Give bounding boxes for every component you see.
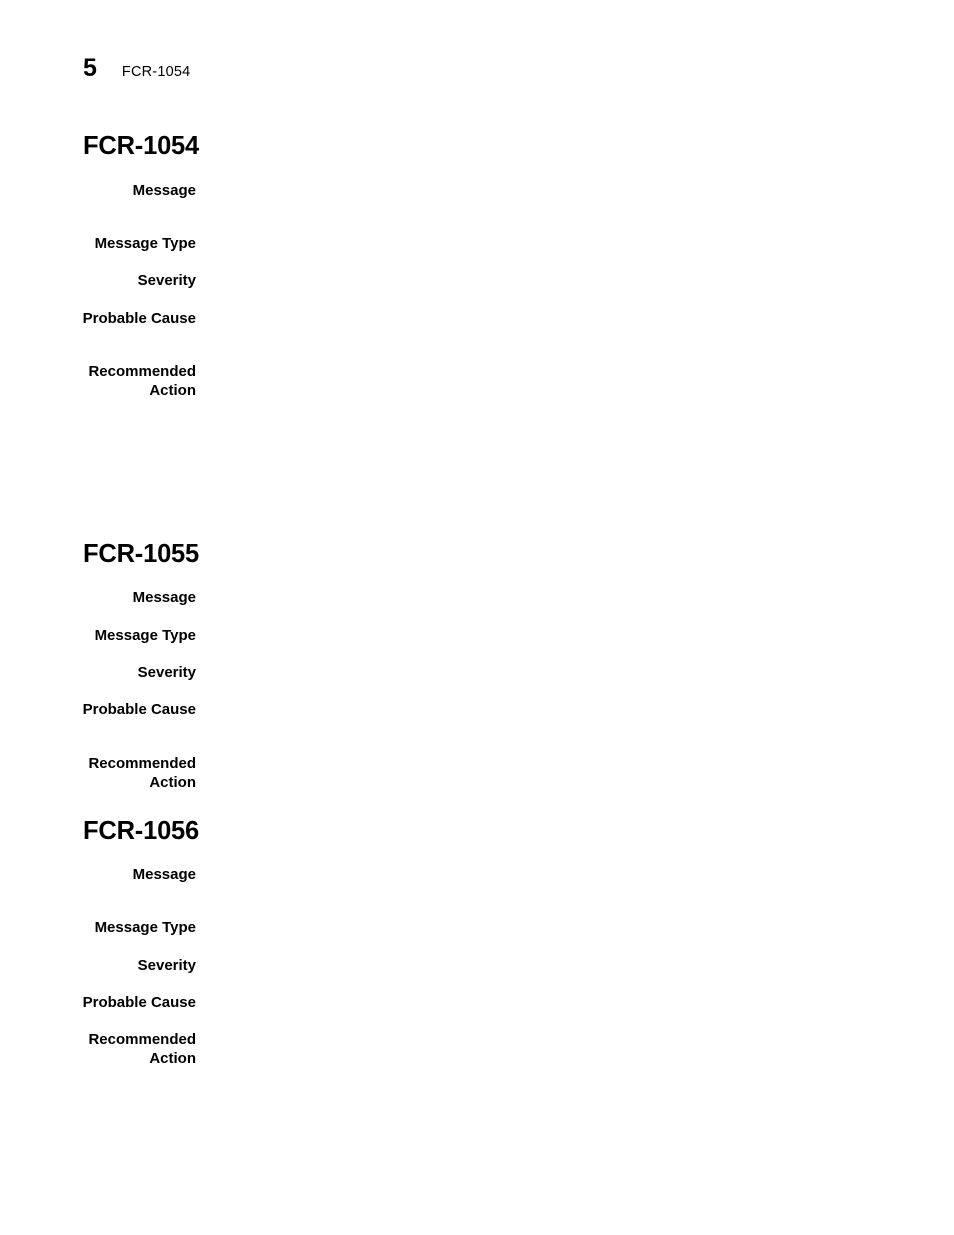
field-label-probable-cause: Probable Cause (82, 994, 196, 1011)
field-label-severity: Severity (137, 272, 196, 289)
field-value-message-type (213, 234, 913, 235)
field-label-message-type: Message Type (94, 235, 196, 252)
field-label-severity: Severity (137, 957, 196, 974)
document-page: 5 FCR-1054 FCR-1054 Message Message Type… (0, 0, 954, 1235)
section-heading: FCR-1056 (83, 817, 200, 845)
field-label-recommended-action: Recommended Action (88, 755, 196, 791)
field-label-recommended-action: Recommended Action (88, 363, 196, 399)
field-label-recommended-action: Recommended Action (88, 1031, 196, 1067)
field-label-message-type: Message Type (94, 627, 196, 644)
header-chapter-label: FCR-1054 (121, 64, 191, 80)
page-number: 5 (83, 54, 97, 82)
page-running-header: 5 FCR-1054 (83, 56, 190, 88)
field-label-message: Message (132, 866, 196, 883)
field-label-severity: Severity (137, 664, 196, 681)
field-value-message (213, 865, 913, 866)
field-label-message-type: Message Type (94, 919, 196, 936)
section-heading: FCR-1054 (83, 132, 200, 160)
field-value-recommended-action (213, 754, 913, 755)
field-label-message: Message (132, 182, 196, 199)
field-value-recommended-action (213, 362, 913, 363)
field-value-message-type (213, 918, 913, 919)
section-heading: FCR-1055 (83, 540, 200, 568)
field-value-message-type (213, 626, 913, 627)
field-value-recommended-action (213, 1030, 913, 1031)
field-label-probable-cause: Probable Cause (82, 701, 196, 718)
field-value-probable-cause (213, 309, 913, 310)
field-value-severity (213, 271, 913, 272)
field-label-probable-cause: Probable Cause (82, 310, 196, 327)
field-label-message: Message (132, 589, 196, 606)
field-value-message (213, 181, 913, 182)
field-value-severity (213, 663, 913, 664)
field-value-probable-cause (213, 993, 913, 994)
field-value-probable-cause (213, 700, 913, 701)
field-value-severity (213, 956, 913, 957)
field-value-message (213, 588, 913, 589)
